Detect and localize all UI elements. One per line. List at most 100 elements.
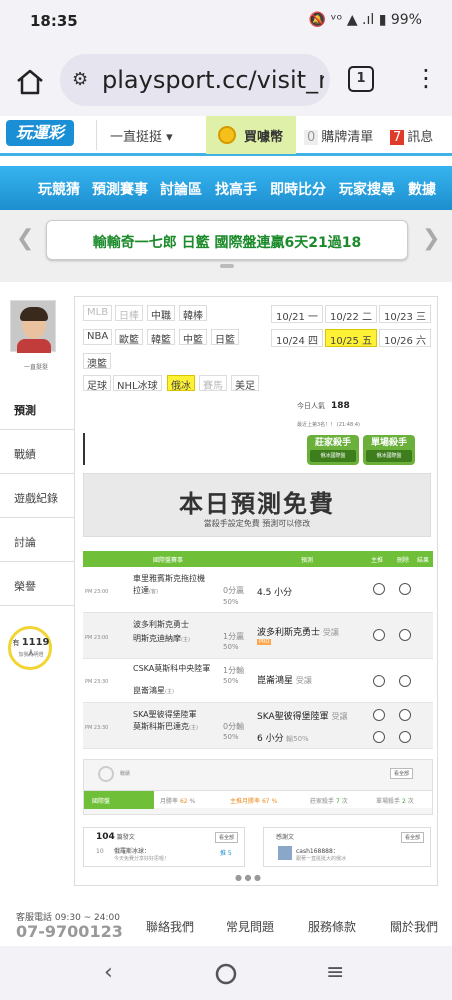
main-pick-radio[interactable] [373,629,385,641]
sidebar-item-discuss[interactable]: 討論 [0,518,78,562]
pro-tag: PRO [257,639,272,645]
delete-radio[interactable] [399,731,411,743]
free-banner-subtitle: 當殺手設定免費 預測可以修改 [203,519,311,528]
site-logo[interactable]: 玩運彩 [6,120,74,146]
league-chip[interactable]: 日棒 [115,305,143,322]
banner-card[interactable]: 輸輸奇一七郎 日籃 國際盤連贏6天21過18 [46,220,408,260]
posts-box: 104 篇發文 看全部 10 俄羅斯冰球： 今天免費分享好好思喔！ 推 5 [83,827,245,867]
league-chip[interactable]: 美足 [231,375,259,392]
banner-carousel: ❮ 輸輸奇一七郎 日籃 國際盤連贏6天21過18 ❯ [0,210,452,282]
league-chip[interactable]: NHL冰球 [113,375,162,392]
tab-switcher-button[interactable]: 1 [348,66,374,92]
more-menu-icon[interactable]: ⋮ [414,64,438,92]
main-pick-radio[interactable] [373,709,385,721]
site-footer: 客服電話 09:30 ~ 24:00 07-9700123 聯絡我們 常見問題 … [0,906,452,946]
avatar-body [17,339,51,353]
nav-item[interactable]: 討論區 [160,179,202,199]
coin-icon [218,126,236,144]
league-chip[interactable]: 足球 [83,375,111,392]
sidebar-item-honor[interactable]: 榮譽 [0,562,78,606]
date-chip-selected[interactable]: 10/25 五 [325,329,377,347]
record-tabs: 國際盤 月勝率 62 % 主推月勝率 67 % 莊家殺手 7 次 單場殺手 2 … [84,790,432,809]
league-chip[interactable]: NBA [83,329,113,345]
avatar-hair [20,307,48,321]
date-chip[interactable]: 10/23 三 [379,305,431,323]
nav-item[interactable]: 玩競猜 [38,179,80,199]
main-pick-radio[interactable] [373,675,385,687]
fan-name[interactable]: cash168888： [296,846,339,855]
cart-count: 0 [304,130,319,145]
league-chip[interactable]: 中職 [147,305,175,322]
single-killer-badge[interactable]: 單場殺手 俄冰國際盤 [363,435,415,465]
chevron-left-icon[interactable]: ❮ [16,226,34,251]
sidebar-item-game-log[interactable]: 遊戲紀錄 [0,474,78,518]
site-settings-icon[interactable]: ⚙ [72,69,88,90]
main-pick-radio[interactable] [373,583,385,595]
site-header: 玩運彩 一直挺挺 ▾ 買噱幣 0 購牌清單 7 訊息 [0,116,452,156]
messages-label: 訊息 [407,130,434,145]
cart-link[interactable]: 0 購牌清單 [304,126,373,145]
league-chip[interactable]: 日籃 [211,329,239,346]
footer-link-about[interactable]: 關於我們 [390,918,438,935]
table-row: PM 23:00 車里雅賓斯克拖拉機 拉達(客) 0分贏 50% 4.5 小分 [83,569,433,613]
home-circle-icon[interactable] [214,962,238,986]
match-time: PM 23:30 [85,725,109,731]
banker-killer-badge[interactable]: 莊家殺手 俄冰國際盤 [307,435,359,465]
nav-item[interactable]: 即時比分 [270,179,326,199]
league-chip[interactable]: 澳籃 [83,353,111,370]
record-tab-single-killer[interactable]: 單場殺手 2 次 [376,796,414,805]
date-chip[interactable]: 10/22 二 [325,305,377,323]
buy-coins-button[interactable]: 買噱幣 [206,116,296,154]
user-menu[interactable]: 一直挺挺 ▾ [110,126,173,145]
footer-link-contact[interactable]: 聯絡我們 [146,918,194,935]
delete-radio[interactable] [399,675,411,687]
away-team: 明斯克迪納摩(主) [133,634,190,643]
message-input[interactable] [83,433,301,465]
league-chip[interactable]: 歐籃 [115,329,143,346]
record-tab-monthly[interactable]: 月勝率 62 % [160,796,195,805]
messages-link[interactable]: 7 訊息 [390,126,433,145]
record-tab-intl[interactable]: 國際盤 [84,791,154,809]
date-chip[interactable]: 10/26 六 [379,329,431,347]
main-pick-radio[interactable] [373,731,385,743]
fan-avatar [278,846,292,860]
sidebar-item-record[interactable]: 戰績 [0,430,78,474]
sidebar-item-predict[interactable]: 預測 [0,386,78,430]
nav-item[interactable]: 找高手 [215,179,257,199]
view-all-records-button[interactable]: 看全部 [390,768,414,779]
url-text[interactable]: playsport.cc/visit_m [102,66,324,94]
nav-item[interactable]: 玩家搜尋 [339,179,395,199]
match-time: PM 23:00 [85,635,109,641]
address-bar[interactable]: ⚙ playsport.cc/visit_m [60,54,330,106]
back-icon[interactable]: ‹ [104,960,113,985]
league-chip-selected[interactable]: 俄冰 [167,375,195,392]
nav-item[interactable]: 預測賽事 [92,179,148,199]
delete-radio[interactable] [399,629,411,641]
view-all-posts-button[interactable]: 看全部 [214,832,238,843]
league-chip[interactable]: 韓籃 [147,329,175,346]
avatar[interactable] [10,300,56,353]
post-title[interactable]: 俄羅斯冰球： [114,846,150,855]
home-icon[interactable] [14,66,46,98]
view-all-thanks-button[interactable]: 看全部 [400,832,424,843]
footer-link-terms[interactable]: 服務條款 [308,918,356,935]
browser-toolbar: ⚙ playsport.cc/visit_m 1 ⋮ [0,44,452,116]
footer-link-faq[interactable]: 常見問題 [226,918,274,935]
league-chip[interactable]: MLB [83,305,113,321]
recents-icon[interactable]: ≡ [326,960,344,985]
delete-radio[interactable] [399,709,411,721]
prediction: 4.5 小分 [257,588,293,598]
delete-radio[interactable] [399,583,411,595]
chevron-right-icon[interactable]: ❯ [422,226,440,251]
away-team: 拉達(客) [133,586,158,595]
league-chip[interactable]: 賽馬 [199,375,227,392]
date-chip[interactable]: 10/21 一 [271,305,323,323]
nav-item[interactable]: 數據 [408,179,436,199]
league-chip[interactable]: 中籃 [179,329,207,346]
league-chip[interactable]: 韓棒 [179,305,207,322]
supporters-badge[interactable]: 有 1119 人 加我為明燈 [8,626,52,670]
record-tab-main-monthly[interactable]: 主推月勝率 67 % [230,796,277,805]
service-phone[interactable]: 07-9700123 [16,922,123,941]
record-tab-banker-killer[interactable]: 莊家殺手 7 次 [310,796,348,805]
date-chip[interactable]: 10/24 四 [271,329,323,347]
